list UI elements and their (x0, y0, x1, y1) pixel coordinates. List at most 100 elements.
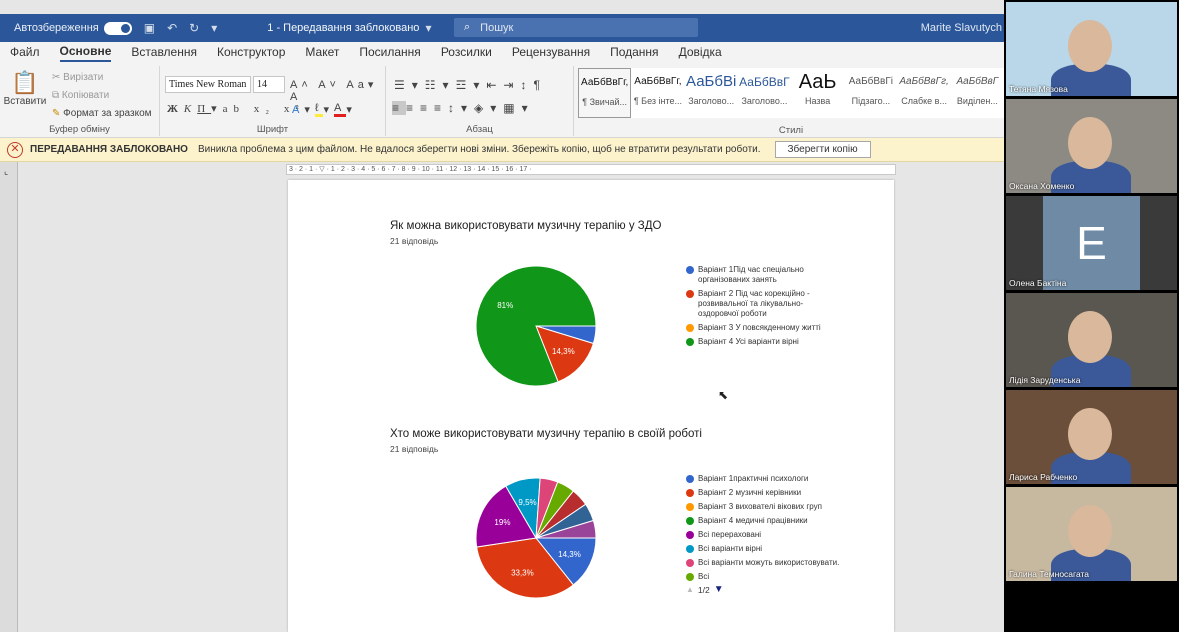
paste-label: Вставити (3, 96, 47, 107)
save-icon[interactable]: ▣ (144, 21, 155, 35)
message-bar-title: ПЕРЕДАВАННЯ ЗАБЛОКОВАНО (30, 144, 188, 155)
text-format-buttons[interactable]: Ж К П ▾ab x₂ x² (167, 102, 305, 116)
pager-up-icon[interactable]: ▲ (686, 585, 694, 594)
legend-swatch (686, 531, 694, 539)
tab-9[interactable]: Довідка (679, 45, 722, 61)
customize-toolbar-icon[interactable]: ▾ (211, 21, 217, 35)
styles-gallery[interactable]: АаБбВвГг, ¶ Звичай... АаБбВвГг, ¶ Без інте.… (578, 68, 1004, 118)
save-copy-button[interactable]: Зберегти копію (774, 141, 871, 158)
document-page[interactable]: Як можна використовувати музичну терапію… (288, 180, 894, 632)
tab-6[interactable]: Розсилки (441, 45, 492, 61)
font-size-buttons[interactable]: A˄ A˅ Aa▾ A (290, 78, 385, 103)
legend-label: Варіант 4 медичні працівники (698, 516, 808, 525)
style-name: Підзаго... (851, 96, 891, 106)
pie-slice-label: 9,5% (518, 498, 536, 507)
participant-face (1068, 408, 1112, 460)
tab-5[interactable]: Посилання (359, 45, 420, 61)
search-box[interactable]: ⌕ Пошук (454, 18, 698, 37)
cut-button[interactable]: ✂ Вирізати (52, 72, 103, 83)
participant-face (1068, 117, 1112, 169)
pager-text: 1/2 (697, 584, 710, 595)
search-placeholder: Пошук (480, 21, 514, 34)
participant-avatar: E (1043, 196, 1140, 290)
style-item-7[interactable]: АаБбВвГ Виділен... (951, 68, 1004, 118)
message-bar-text: Виникла проблема з цим файлом. Не вдалос… (197, 144, 761, 155)
alignment-buttons[interactable]: ≡ ≡≡≡↕▾◈▾▦▾ (392, 101, 535, 115)
tab-selector-icon[interactable]: ⌞ (4, 166, 8, 177)
tab-2[interactable]: Вставлення (131, 45, 197, 61)
clipboard-group-label: Буфер обміну (49, 124, 110, 135)
style-item-6[interactable]: АаБбВвГг, Слабке в... (897, 68, 950, 118)
chart2-legend: Варіант 1практичні психологи Варіант 2 му… (686, 474, 866, 586)
style-item-2[interactable]: АаБбВі Заголово... (685, 68, 738, 118)
paragraph-group-label: Абзац (466, 124, 493, 135)
legend-item: Варіант 3 У повсякденному житті (686, 323, 826, 333)
participant-tile[interactable]: Лариса Рабченко (1006, 390, 1177, 484)
legend-swatch (686, 475, 694, 483)
chart1-title: Як можна використовувати музичну терапію… (390, 220, 662, 232)
legend-label: Всі варіанти можуть використовувати. (698, 558, 840, 567)
style-name: ¶ Без інте... (633, 96, 683, 106)
scissors-icon: ✂ (52, 72, 64, 83)
legend-item: Всі варіанти можуть використовувати. (686, 558, 866, 568)
tab-8[interactable]: Подання (610, 45, 658, 61)
chevron-down-icon[interactable]: ▾ (425, 21, 431, 35)
font-name-select[interactable]: Times New Roman (165, 76, 251, 93)
chart2-title: Хто може використовувати музичну терапію… (390, 428, 702, 440)
style-item-3[interactable]: АаБбВвГ Заголово... (738, 68, 791, 118)
copy-button[interactable]: ⧉ Копіювати (52, 90, 109, 101)
pie-slice-label: 19% (494, 518, 510, 527)
text-color-buttons[interactable]: A ▾ ℓ ▾ A ▾ (292, 102, 357, 117)
style-item-4[interactable]: АаЬ Назва (791, 68, 844, 118)
style-name: Заголово... (688, 96, 735, 106)
format-painter-button[interactable]: ✎ Формат за зразком (52, 108, 152, 119)
legend-swatch (686, 503, 694, 511)
tab-4[interactable]: Макет (305, 45, 339, 61)
legend-swatch (686, 573, 694, 581)
participant-tile[interactable]: Оксана Хоменко (1006, 99, 1177, 193)
legend-swatch (686, 290, 694, 298)
tab-0[interactable]: Файл (10, 45, 40, 61)
style-name: ¶ Звичай... (582, 97, 628, 107)
mouse-cursor-icon: ⬉ (718, 388, 729, 402)
pie-slice-label: 14,3% (558, 550, 581, 559)
undo-icon[interactable]: ↶ (167, 21, 177, 35)
participant-tile[interactable]: Лідія Заруденська (1006, 293, 1177, 387)
style-preview: АаБбВвГг, (899, 76, 949, 87)
redo-icon[interactable]: ↻ (189, 21, 199, 35)
ribbon-tabs: Файл Основне Вставлення Конструктор Макет Пос… (0, 42, 1004, 64)
tab-7[interactable]: Рецензування (512, 45, 590, 61)
pie-slice-label: 81% (497, 301, 513, 310)
tab-1[interactable]: Основне (59, 44, 112, 62)
legend-swatch (686, 338, 694, 346)
list-buttons[interactable]: ☰▾☷▾☲▾⇤⇥↕¶ (394, 78, 547, 92)
style-item-5[interactable]: АаБбВвГі Підзаго... (844, 68, 897, 118)
participant-tile[interactable]: Галина Темносагата (1006, 487, 1177, 581)
pager-down-icon[interactable]: ▼ (714, 584, 724, 595)
legend-item: Варіант 2 музичні керівники (686, 488, 866, 498)
participant-tile[interactable]: E Олена Бактіна (1006, 196, 1177, 290)
legend-label: Варіант 2 Під час корекційно - розвиваль… (698, 289, 810, 318)
paste-button[interactable]: 📋 Вставити (4, 70, 47, 107)
participant-face (1068, 505, 1112, 557)
user-name[interactable]: Marite Slavutych (921, 22, 1002, 34)
style-preview: АаЬ (798, 71, 837, 93)
legend-item: Всі (686, 572, 866, 582)
style-item-0[interactable]: АаБбВвГг, ¶ Звичай... (578, 68, 632, 118)
format-painter-label: Формат за зразком (63, 108, 152, 119)
autosave-toggle[interactable] (103, 21, 132, 35)
legend-label: Варіант 3 У повсякденному житті (698, 323, 821, 332)
style-name: Слабке в... (901, 96, 947, 106)
search-icon: ⌕ (464, 21, 471, 33)
vertical-ruler: ⌞ (0, 162, 18, 632)
document-title[interactable]: 1 - Передавання заблоковано (267, 22, 419, 34)
pie-slice-label: 14,3% (552, 347, 575, 356)
legend-swatch (686, 489, 694, 497)
font-size-select[interactable]: 14 (253, 76, 285, 93)
participant-name: Оксана Хоменко (1009, 181, 1075, 191)
participant-name: Галина Темносагата (1009, 569, 1090, 579)
style-item-1[interactable]: АаБбВвГг, ¶ Без інте... (631, 68, 684, 118)
tab-3[interactable]: Конструктор (217, 45, 285, 61)
participant-tile[interactable]: Тетяна Мязова (1006, 2, 1177, 96)
legend-label: Варіант 3 вихователі вікових груп (698, 502, 822, 511)
